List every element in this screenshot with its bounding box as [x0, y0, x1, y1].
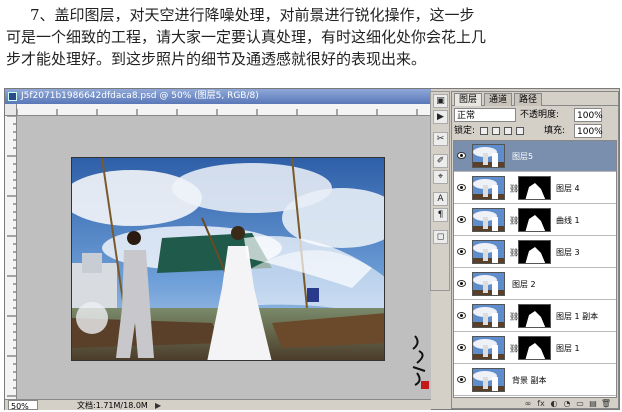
layer-name: 图层 1 [556, 344, 580, 353]
delete-layer-icon[interactable]: 🗑 [600, 399, 612, 409]
tool-crop-icon[interactable]: ✂ [433, 132, 448, 146]
visibility-eye-icon[interactable] [457, 216, 466, 223]
wedding-photo[interactable] [71, 157, 385, 361]
tool-type-icon[interactable]: A [433, 192, 448, 206]
layer-thumbnail [472, 368, 505, 392]
layer-name: 图层 2 [512, 280, 536, 289]
layer-row[interactable]: ⛓ 曲线 1 [454, 205, 616, 236]
mask-link-icon[interactable]: ⛓ [509, 344, 519, 353]
layer-thumbnail [472, 304, 505, 328]
ruler-ticks-horizontal [17, 109, 418, 115]
new-group-icon[interactable]: ▭ [574, 399, 586, 409]
layer-row[interactable]: ⛓ 图层 1 [454, 333, 616, 364]
layer-row[interactable]: ⛓ 图层 1 副本 [454, 301, 616, 332]
fill-field[interactable]: 100% [574, 124, 603, 138]
opacity-label: 不透明度: [520, 110, 560, 120]
lock-transparency-icon[interactable] [480, 127, 488, 135]
lock-position-icon[interactable] [504, 127, 512, 135]
tool-move-icon[interactable]: ▶ [433, 110, 448, 124]
add-mask-icon[interactable]: ◐ [548, 399, 560, 409]
layer-name: 背景 副本 [512, 376, 547, 385]
layer-name: 图层 4 [556, 184, 580, 193]
instruction-line-3: 步才能处理好。到这步照片的细节及通透感就很好的表现出来。 [6, 50, 427, 68]
blend-mode-select[interactable]: 正常 [454, 108, 516, 122]
tool-brush-icon[interactable]: ✐ [433, 154, 448, 168]
layer-row[interactable]: 图层5 [454, 141, 616, 172]
visibility-eye-icon[interactable] [457, 152, 466, 159]
tool-paragraph-icon[interactable]: ¶ [433, 208, 448, 222]
layer-thumbnail [472, 144, 505, 168]
layer-row[interactable]: ⛓ 图层 4 [454, 173, 616, 204]
document-window: J5f2071b1986642dfdaca8.psd @ 50% (图层5, R… [5, 89, 431, 411]
layer-name: 曲线 1 [556, 216, 580, 225]
instruction-text: 7、盖印图层，对天空进行降噪处理，对前景进行锐化操作，这一步 可是一个细致的工程… [6, 4, 618, 70]
photoshop-doc-icon [8, 92, 17, 101]
ruler-corner [5, 104, 17, 116]
lock-pixels-icon[interactable] [492, 127, 500, 135]
layers-bottom-bar: ∞ fx ◐ ◔ ▭ ▤ 🗑 [452, 399, 618, 409]
layer-mask-thumbnail[interactable] [518, 304, 551, 328]
layer-thumbnail [472, 208, 505, 232]
layer-thumbnail [472, 240, 505, 264]
link-layers-icon[interactable]: ∞ [522, 399, 534, 409]
document-size: 文档:1.71M/18.0M [77, 401, 148, 410]
layer-mask-thumbnail[interactable] [518, 240, 551, 264]
tab-paths[interactable]: 路径 [514, 93, 543, 106]
mask-link-icon[interactable]: ⛓ [509, 248, 519, 257]
zoom-field[interactable]: 50% [8, 400, 38, 411]
tools-palette: ▣ ▶ ✂ ✐ ⌖ A ¶ ◻ [430, 91, 450, 291]
ruler-ticks-vertical [7, 116, 16, 397]
status-menu-arrow-icon[interactable]: ▶ [155, 400, 161, 411]
visibility-eye-icon[interactable] [457, 376, 466, 383]
vertical-ruler[interactable] [5, 116, 17, 399]
visibility-eye-icon[interactable] [457, 312, 466, 319]
photoshop-screenshot: J5f2071b1986642dfdaca8.psd @ 50% (图层5, R… [4, 88, 620, 411]
layer-style-icon[interactable]: fx [535, 399, 547, 409]
adjustment-layer-icon[interactable]: ◔ [561, 399, 573, 409]
instruction-line-1: 7、盖印图层，对天空进行降噪处理，对前景进行锐化操作，这一步 [30, 6, 475, 24]
opacity-field[interactable]: 100% [574, 108, 603, 122]
status-bar: 50% 文档:1.71M/18.0M ▶ [5, 399, 431, 411]
layer-thumbnail [472, 272, 505, 296]
visibility-eye-icon[interactable] [457, 184, 466, 191]
layer-row[interactable]: ⛓ 图层 3 [454, 237, 616, 268]
layer-mask-thumbnail[interactable] [518, 336, 551, 360]
calligraphy-signature [412, 335, 429, 389]
visibility-eye-icon[interactable] [457, 280, 466, 287]
layers-panel: 图层 通道 路径 正常 不透明度: 100% 锁定: 填充: 100% 图层5 ⛓… [451, 91, 619, 409]
panel-tabs: 图层 通道 路径 [452, 92, 618, 106]
tool-stamp-icon[interactable]: ⌖ [433, 170, 448, 184]
blend-opacity-row: 正常 不透明度: 100% [454, 108, 616, 122]
document-title-bar[interactable]: J5f2071b1986642dfdaca8.psd @ 50% (图层5, R… [5, 89, 431, 104]
visibility-eye-icon[interactable] [457, 248, 466, 255]
layer-thumbnail [472, 336, 505, 360]
lock-all-icon[interactable] [516, 127, 524, 135]
layer-name: 图层 1 副本 [556, 312, 599, 321]
lock-label: 锁定: [454, 126, 476, 136]
layer-mask-thumbnail[interactable] [518, 208, 551, 232]
new-layer-icon[interactable]: ▤ [587, 399, 599, 409]
visibility-eye-icon[interactable] [457, 344, 466, 351]
lock-fill-row: 锁定: 填充: 100% [454, 124, 616, 138]
layer-thumbnail [472, 176, 505, 200]
document-title: J5f2071b1986642dfdaca8.psd @ 50% (图层5, R… [21, 91, 259, 101]
layer-row[interactable]: 背景 副本 [454, 365, 616, 396]
layer-row[interactable]: 图层 2 [454, 269, 616, 300]
fill-label: 填充: [544, 126, 566, 136]
tool-shape-icon[interactable]: ◻ [433, 230, 448, 244]
layer-name: 图层 3 [556, 248, 580, 257]
layers-list: 图层5 ⛓ 图层 4 ⛓ 曲线 1 ⛓ 图层 3 图层 2 ⛓ 图层 1 副本 ⛓ 图层 1 背景 副本 [453, 140, 617, 398]
horizontal-ruler[interactable] [17, 104, 431, 116]
mask-link-icon[interactable]: ⛓ [509, 312, 519, 321]
mask-link-icon[interactable]: ⛓ [509, 184, 519, 193]
tab-layers[interactable]: 图层 [454, 93, 483, 106]
tool-marquee-icon[interactable]: ▣ [433, 94, 448, 108]
instruction-line-2: 可是一个细致的工程，请大家一定要认真处理，有时这细化处你会花上几 [6, 28, 487, 46]
layer-name: 图层5 [512, 152, 534, 161]
tab-channels[interactable]: 通道 [484, 93, 513, 106]
layer-mask-thumbnail[interactable] [518, 176, 551, 200]
canvas-area[interactable] [17, 116, 431, 399]
mask-link-icon[interactable]: ⛓ [509, 216, 519, 225]
